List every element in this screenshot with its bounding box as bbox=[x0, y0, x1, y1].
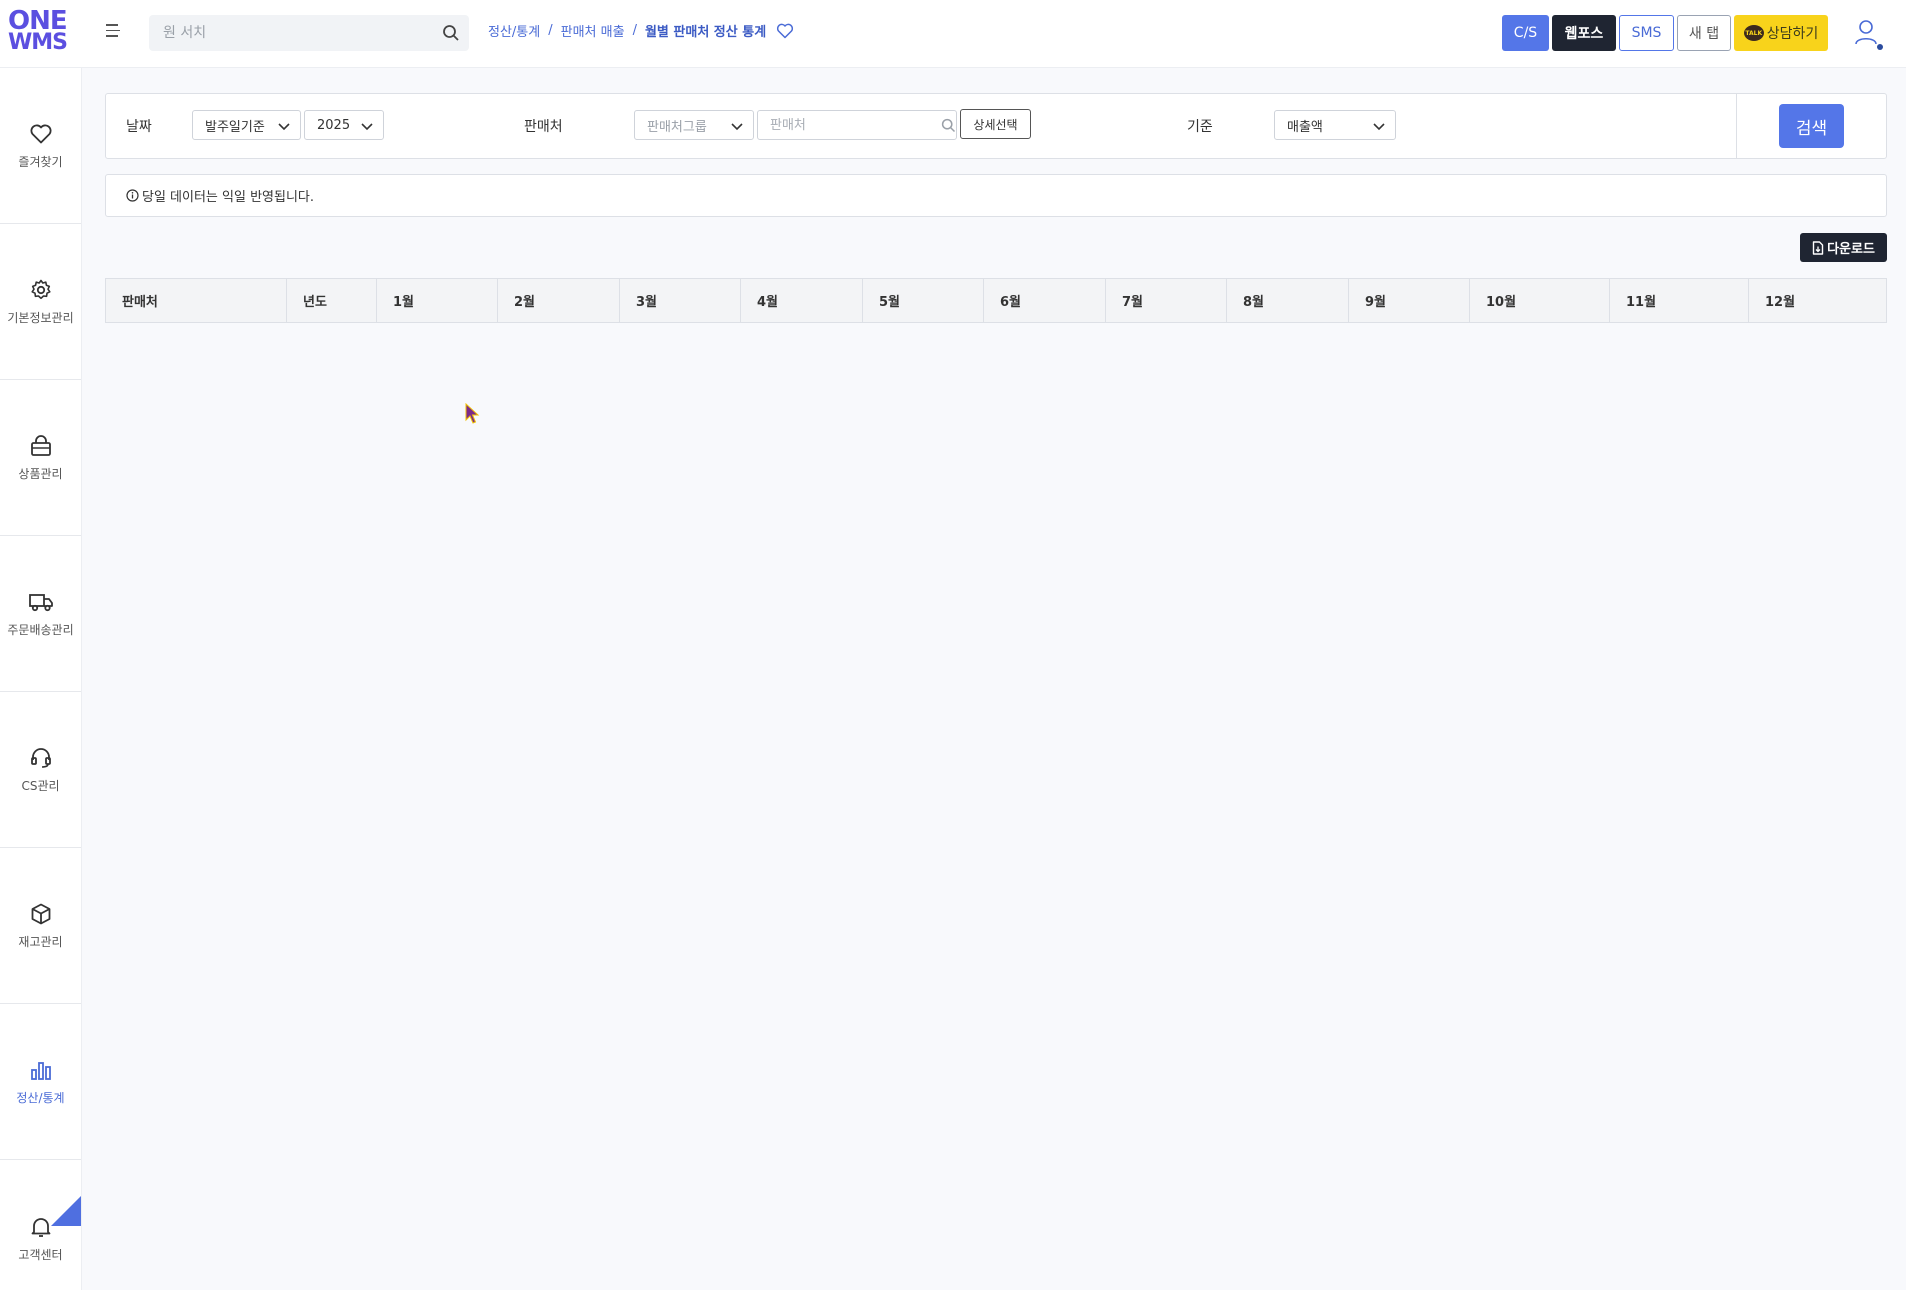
filter-divider bbox=[1736, 94, 1737, 158]
kakao-talk-button[interactable]: TALK 상담하기 bbox=[1734, 15, 1828, 51]
column-header-month-1[interactable]: 1월 bbox=[377, 279, 498, 322]
date-basis-select[interactable]: 발주일기준 bbox=[192, 110, 301, 140]
bag-icon bbox=[28, 433, 54, 459]
year-select[interactable]: 2025 bbox=[304, 110, 384, 140]
vendor-search-field bbox=[757, 110, 957, 140]
top-header: ONE WMS 정산/통계 / 판매처 매출 / 월별 판매처 정산 통계 C/… bbox=[0, 0, 1906, 68]
sidebar-item-settlement[interactable]: 정산/통계 bbox=[0, 1004, 81, 1160]
chevron-down-icon bbox=[278, 120, 290, 135]
logo[interactable]: ONE WMS bbox=[8, 6, 68, 58]
column-header-month-2[interactable]: 2월 bbox=[498, 279, 620, 322]
logo-line2: WMS bbox=[8, 30, 68, 55]
search-icon[interactable] bbox=[940, 118, 956, 133]
sidebar-item-cs[interactable]: CS관리 bbox=[0, 692, 81, 848]
column-header-month-12[interactable]: 12월 bbox=[1749, 279, 1886, 322]
mouse-cursor-icon bbox=[465, 402, 481, 429]
menu-toggle-icon[interactable] bbox=[106, 24, 124, 42]
chevron-down-icon bbox=[1373, 120, 1385, 135]
box-icon bbox=[28, 901, 54, 927]
search-icon[interactable] bbox=[433, 15, 469, 51]
sidebar-item-label: 재고관리 bbox=[18, 935, 63, 949]
chevron-down-icon bbox=[361, 120, 373, 135]
sidebar-item-label: 상품관리 bbox=[18, 467, 63, 481]
download-button[interactable]: 다운로드 bbox=[1800, 233, 1887, 262]
sidebar-item-label: CS관리 bbox=[21, 779, 60, 793]
sidebar-item-label: 정산/통계 bbox=[16, 1091, 65, 1105]
breadcrumb-item-vendor-sales[interactable]: 판매처 매출 bbox=[561, 21, 625, 40]
column-header-month-10[interactable]: 10월 bbox=[1470, 279, 1610, 322]
sidebar-item-label: 주문배송관리 bbox=[7, 623, 74, 637]
vendor-group-placeholder: 판매처그룹 bbox=[647, 119, 707, 135]
vendor-input[interactable] bbox=[758, 111, 940, 139]
column-header-vendor[interactable]: 판매처 bbox=[106, 279, 287, 322]
column-header-month-11[interactable]: 11월 bbox=[1610, 279, 1749, 322]
talk-label: 상담하기 bbox=[1766, 26, 1819, 42]
column-header-month-3[interactable]: 3월 bbox=[620, 279, 741, 322]
sidebar: 즐겨찾기 기본정보관리 상품관리 주문배송관리 CS관리 재고관리 정산/통계 … bbox=[0, 68, 82, 1290]
new-tab-button[interactable]: 새 탭 bbox=[1677, 15, 1731, 51]
sidebar-item-support[interactable]: 고객센터 bbox=[0, 1160, 81, 1290]
user-profile-icon[interactable] bbox=[1852, 18, 1880, 50]
bar-chart-icon bbox=[28, 1057, 54, 1083]
column-header-month-4[interactable]: 4월 bbox=[741, 279, 863, 322]
webpos-button[interactable]: 웹포스 bbox=[1552, 15, 1616, 51]
notice-bar: 당일 데이터는 익일 반영됩니다. bbox=[105, 174, 1887, 217]
date-label: 날짜 bbox=[126, 119, 152, 135]
breadcrumb: 정산/통계 / 판매처 매출 / 월별 판매처 정산 통계 bbox=[488, 21, 794, 40]
gear-icon bbox=[28, 277, 54, 303]
notice-text: 당일 데이터는 익일 반영됩니다. bbox=[142, 190, 315, 205]
column-header-month-8[interactable]: 8월 bbox=[1227, 279, 1349, 322]
column-header-month-9[interactable]: 9월 bbox=[1349, 279, 1470, 322]
file-download-icon bbox=[1812, 240, 1824, 255]
info-icon bbox=[126, 189, 139, 202]
sidebar-item-label: 고객센터 bbox=[18, 1247, 63, 1262]
date-basis-value: 발주일기준 bbox=[205, 119, 265, 135]
truck-icon bbox=[28, 589, 54, 615]
sidebar-item-basic-info[interactable]: 기본정보관리 bbox=[0, 224, 81, 380]
search-button[interactable]: 검색 bbox=[1779, 104, 1844, 148]
sidebar-item-favorites[interactable]: 즐겨찾기 bbox=[0, 68, 81, 224]
column-header-year[interactable]: 년도 bbox=[287, 279, 377, 322]
notification-dot bbox=[1877, 44, 1883, 50]
logo-line1: ONE bbox=[8, 6, 68, 36]
chevron-down-icon bbox=[731, 120, 743, 135]
bell-icon bbox=[28, 1214, 54, 1240]
sidebar-item-label: 기본정보관리 bbox=[7, 311, 74, 325]
cs-button[interactable]: C/S bbox=[1502, 15, 1549, 51]
filter-panel: 날짜 발주일기준 2025 판매처 판매처그룹 상세선택 기준 매출액 검색 bbox=[105, 93, 1887, 159]
criteria-select[interactable]: 매출액 bbox=[1274, 110, 1396, 140]
headset-icon bbox=[28, 745, 54, 771]
vendor-group-select[interactable]: 판매처그룹 bbox=[634, 110, 754, 140]
download-label: 다운로드 bbox=[1827, 242, 1875, 257]
heart-icon bbox=[28, 121, 54, 147]
sidebar-item-orders[interactable]: 주문배송관리 bbox=[0, 536, 81, 692]
table-header: 판매처 년도 1월 2월 3월 4월 5월 6월 7월 8월 9월 10월 11… bbox=[105, 278, 1887, 323]
sms-button[interactable]: SMS bbox=[1619, 15, 1674, 51]
favorite-heart-icon[interactable] bbox=[776, 23, 794, 39]
year-value: 2025 bbox=[317, 117, 351, 133]
column-header-month-7[interactable]: 7월 bbox=[1106, 279, 1227, 322]
breadcrumb-item-settlement[interactable]: 정산/통계 bbox=[488, 21, 540, 40]
sidebar-item-inventory[interactable]: 재고관리 bbox=[0, 848, 81, 1004]
column-header-month-6[interactable]: 6월 bbox=[984, 279, 1106, 322]
detail-select-button[interactable]: 상세선택 bbox=[960, 109, 1031, 139]
vendor-label: 판매처 bbox=[524, 119, 563, 135]
global-search bbox=[149, 15, 469, 51]
breadcrumb-current: 월별 판매처 정산 통계 bbox=[644, 25, 767, 40]
sidebar-item-label: 즐겨찾기 bbox=[18, 155, 63, 169]
criteria-value: 매출액 bbox=[1287, 119, 1323, 135]
kakao-talk-icon: TALK bbox=[1743, 25, 1764, 41]
sidebar-item-products[interactable]: 상품관리 bbox=[0, 380, 81, 536]
search-input[interactable] bbox=[149, 15, 433, 51]
criteria-label: 기준 bbox=[1187, 119, 1213, 135]
column-header-month-5[interactable]: 5월 bbox=[863, 279, 984, 322]
